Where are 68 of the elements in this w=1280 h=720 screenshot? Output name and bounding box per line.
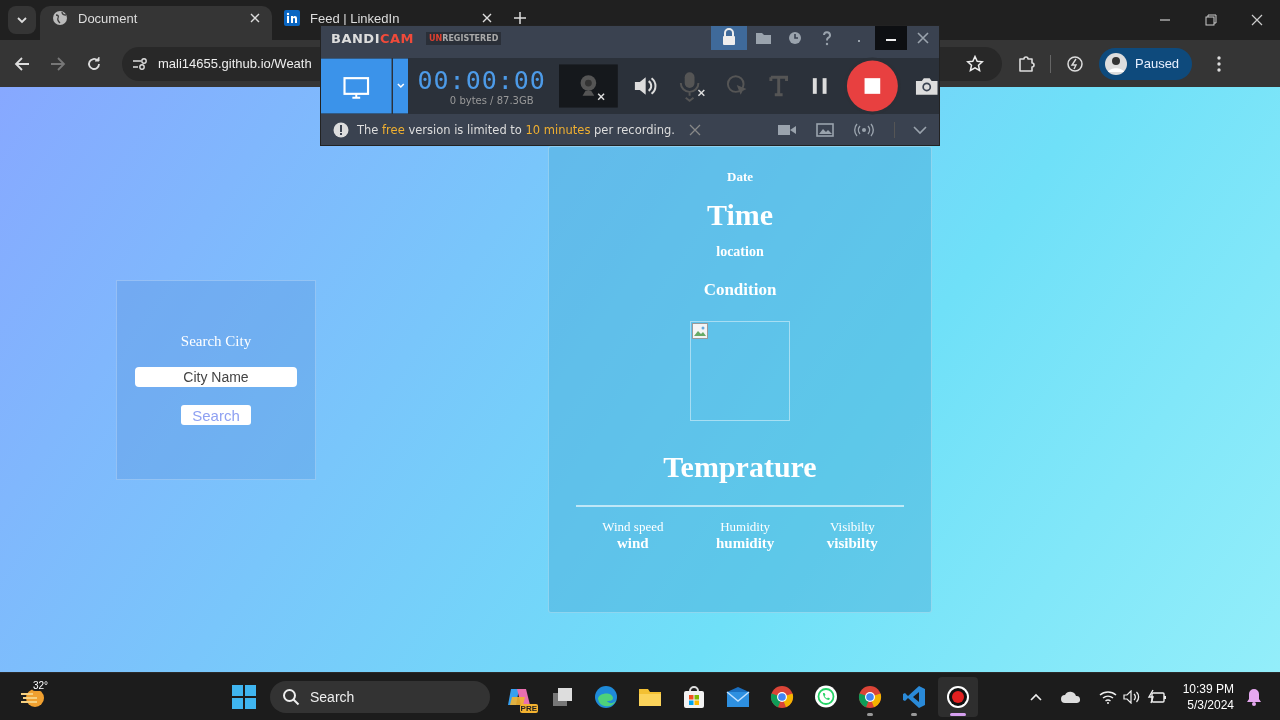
reload-icon[interactable] — [86, 55, 102, 72]
chevron-down-icon[interactable] — [913, 124, 927, 135]
battery-charging-icon[interactable] — [1146, 688, 1167, 705]
code-editor-icon — [902, 684, 926, 709]
time-text: Time — [706, 198, 774, 232]
bell-icon[interactable] — [1246, 687, 1262, 706]
chrome-icon — [858, 684, 882, 709]
globe-icon — [52, 10, 68, 26]
screen-mode-button[interactable] — [321, 58, 392, 114]
date-text: Date — [727, 169, 753, 185]
avatar-icon — [1105, 52, 1127, 75]
profile-button[interactable]: Paused — [1099, 47, 1193, 80]
back-icon[interactable] — [14, 55, 30, 72]
limit-notice: The free version is limited to 10 minutes per recording. — [357, 122, 675, 137]
volume-icon[interactable] — [1122, 689, 1141, 704]
stat-value: humidity — [716, 535, 775, 552]
taskbar-search[interactable]: Search — [270, 680, 490, 713]
restore-icon[interactable] — [1205, 14, 1217, 26]
taskbar-app-button[interactable] — [938, 676, 978, 717]
chevron-down-icon — [16, 14, 28, 26]
mail-icon — [726, 684, 750, 709]
dropdown-button[interactable] — [392, 58, 409, 114]
puzzle-icon[interactable] — [1017, 54, 1035, 73]
edge-icon — [594, 684, 618, 709]
record-icon — [946, 684, 970, 709]
taskbar-app-button[interactable]: PRE — [498, 676, 538, 717]
linkedin-icon — [284, 10, 300, 26]
stat-label: Visibilty — [829, 519, 875, 535]
start-icon[interactable] — [232, 684, 256, 709]
store-icon — [682, 684, 706, 709]
recorder-logo: BANDICAM — [331, 30, 415, 46]
forward-icon[interactable] — [50, 55, 66, 72]
clock-date[interactable]: 5/3/2024 — [1182, 696, 1234, 713]
video-icon[interactable] — [778, 122, 796, 137]
broadcast-icon[interactable] — [854, 122, 874, 137]
camera-icon[interactable] — [913, 75, 939, 97]
site-settings-icon — [132, 56, 148, 71]
cloud-icon[interactable] — [1060, 689, 1081, 704]
registration-badge: UNREGISTERED — [426, 31, 502, 45]
more-icon[interactable] — [1217, 55, 1222, 72]
chat-bubble-icon — [814, 684, 838, 709]
clock-time[interactable]: 10:39 PM — [1182, 680, 1234, 697]
tab-search-button[interactable] — [8, 6, 36, 34]
city-input-field[interactable]: City Name — [135, 367, 297, 387]
timer-text: 00:00:00 — [417, 66, 546, 95]
search-icon — [282, 687, 300, 706]
stat-label: Humidity — [720, 519, 771, 535]
stat-value: visibilty — [826, 535, 878, 552]
browser-tab[interactable]: Document — [40, 6, 272, 40]
webcam-off-icon[interactable] — [559, 64, 618, 108]
chevron-up-icon[interactable] — [1028, 691, 1043, 702]
info-icon — [333, 121, 349, 138]
wifi-icon[interactable] — [1098, 689, 1117, 704]
preview-badge: PRE — [519, 703, 538, 713]
plus-icon[interactable] — [514, 12, 526, 24]
condition-text: Condition — [703, 280, 777, 300]
stat-label: Wind speed — [602, 519, 664, 535]
chrome-icon — [770, 684, 794, 709]
lock-icon[interactable] — [711, 26, 747, 50]
stat-value: wind — [617, 535, 649, 552]
file-size-text: 0 bytes / 87.3GB — [449, 95, 534, 106]
star-icon[interactable] — [966, 54, 984, 73]
temperature-text: Temprature — [663, 450, 817, 484]
location-text: location — [716, 244, 764, 260]
card-heading: Search City — [180, 333, 252, 350]
close-icon[interactable] — [1251, 14, 1263, 26]
weather-widget[interactable]: 32° — [20, 679, 54, 714]
image-icon[interactable] — [816, 122, 834, 137]
